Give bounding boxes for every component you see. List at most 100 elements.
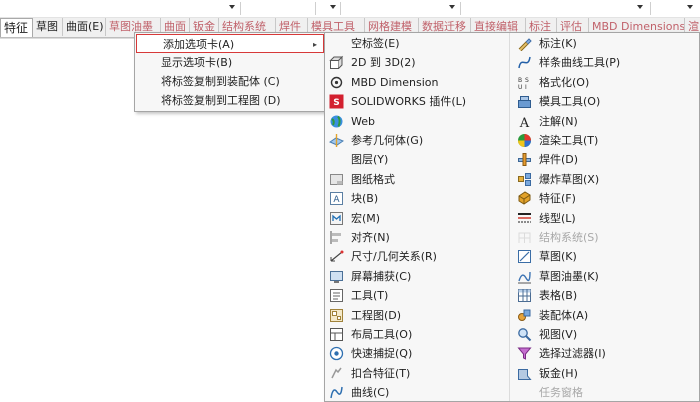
chevron-down-icon[interactable]: [229, 5, 235, 9]
submenu-item[interactable]: 宏(M): [325, 209, 509, 228]
format-icon: BSUI: [517, 75, 532, 90]
submenu-item[interactable]: 工程图(D): [325, 306, 509, 325]
chevron-down-icon[interactable]: [637, 5, 643, 9]
render-icon: [517, 133, 532, 148]
add-tab-submenu: 空标签(E) 2D 到 3D(2) MBD Dimension S SOLIDWORKS…: [324, 32, 700, 402]
sketch-ink-icon: [517, 269, 532, 284]
block-icon: A: [329, 191, 344, 206]
submenu-item[interactable]: 图纸格式: [325, 170, 509, 189]
submenu-item[interactable]: S SOLIDWORKS 插件(L): [325, 92, 509, 111]
drawing-icon: [329, 308, 344, 323]
submenu-item-label: 模具工具(O): [539, 95, 601, 109]
submenu-item[interactable]: Web: [325, 112, 509, 131]
macro-icon: [329, 211, 344, 226]
submenu-item[interactable]: A 注解(N): [513, 112, 697, 131]
chevron-down-icon[interactable]: [687, 5, 693, 9]
copy-tab-to-assembly-menu-item[interactable]: 将标签复制到装配体 (C): [135, 72, 325, 91]
submenu-item[interactable]: 曲线(C): [325, 383, 509, 402]
submenu-item-label: 尺寸/几何关系(R): [351, 250, 437, 264]
features-icon: [517, 191, 532, 206]
show-tab-menu-item[interactable]: 显示选项卡(B): [135, 53, 325, 72]
solidworks-addin-icon: S: [329, 94, 344, 109]
divider: [509, 33, 510, 401]
fastening-feature-icon: [329, 366, 344, 381]
submenu-item[interactable]: MBD Dimension: [325, 73, 509, 92]
submenu-item-label: 块(B): [351, 192, 379, 206]
selection-filter-icon: [517, 346, 532, 361]
chevron-down-icon[interactable]: [330, 5, 336, 9]
tab-surface-e[interactable]: 曲面(E): [63, 18, 106, 36]
submenu-item[interactable]: 尺寸/几何关系(R): [325, 247, 509, 266]
submenu-item[interactable]: 布局工具(O): [325, 325, 509, 344]
mold-tools-icon: [517, 94, 532, 109]
submenu-item[interactable]: 2D 到 3D(2): [325, 53, 509, 72]
submenu-item[interactable]: 钣金(H): [513, 364, 697, 383]
sketch-icon: [517, 249, 532, 264]
sheet-format-icon: [329, 172, 344, 187]
submenu-item[interactable]: 图层(Y): [325, 150, 509, 169]
submenu-item-label: 图纸格式: [351, 172, 395, 186]
submenu-item[interactable]: 空标签(E): [325, 34, 509, 53]
svg-text:A: A: [333, 195, 340, 205]
divider: [340, 2, 341, 15]
web-icon: [329, 114, 344, 129]
divider: [315, 2, 316, 15]
submenu-item[interactable]: 装配体(A): [513, 306, 697, 325]
submenu-item[interactable]: 快速捕捉(Q): [325, 344, 509, 363]
submenu-item[interactable]: 样条曲线工具(P): [513, 53, 697, 72]
quick-snap-icon: [329, 346, 344, 361]
structure-system-icon: [517, 230, 532, 245]
divider: [650, 2, 651, 15]
submenu-item[interactable]: 爆炸草图(X): [513, 170, 697, 189]
submenu-item[interactable]: 参考几何体(G): [325, 131, 509, 150]
2d-to-3d-icon: [329, 55, 344, 70]
submenu-item-label: 特征(F): [539, 192, 576, 206]
submenu-item[interactable]: A 块(B): [325, 189, 509, 208]
submenu-item[interactable]: 对齐(N): [325, 228, 509, 247]
menu-item-label: 将标签复制到装配体 (C): [161, 75, 280, 88]
weldment-icon: [517, 152, 532, 167]
add-tab-menu-item[interactable]: 添加选项卡(A) ▸: [136, 34, 324, 53]
submenu-item-label: MBD Dimension: [351, 75, 439, 89]
submenu-item: 结构系统(S): [513, 228, 697, 247]
layout-tools-icon: [329, 327, 344, 342]
submenu-item[interactable]: 焊件(D): [513, 150, 697, 169]
screen-capture-icon: [329, 269, 344, 284]
chevron-right-icon: ▸: [312, 40, 317, 49]
tools-icon: [329, 288, 344, 303]
submenu-item-label: 草图油墨(K): [539, 269, 599, 283]
submenu-item[interactable]: 扣合特征(T): [325, 364, 509, 383]
submenu-item[interactable]: 工具(T): [325, 286, 509, 305]
submenu-item-label: 选择过滤器(I): [539, 347, 606, 361]
svg-text:S: S: [525, 77, 529, 84]
tab-sketch[interactable]: 草图: [33, 18, 63, 36]
explode-sketch-icon: [517, 172, 532, 187]
note-icon: A: [517, 114, 532, 129]
submenu-item[interactable]: 视图(V): [513, 325, 697, 344]
copy-tab-to-drawing-menu-item[interactable]: 将标签复制到工程图 (D): [135, 91, 325, 110]
submenu-item[interactable]: 模具工具(O): [513, 92, 697, 111]
submenu-item[interactable]: 草图(K): [513, 247, 697, 266]
submenu-item-label: 渲染工具(T): [539, 134, 599, 147]
submenu-item[interactable]: 特征(F): [513, 189, 697, 208]
align-icon: [329, 230, 344, 245]
chevron-down-icon[interactable]: [449, 5, 455, 9]
submenu-item[interactable]: 线型(L): [513, 209, 697, 228]
submenu-item[interactable]: 渲染工具(T): [513, 131, 697, 150]
submenu-item-label: 结构系统(S): [539, 231, 599, 244]
sheet-metal-icon: [517, 366, 532, 381]
submenu-item-label: 格式化(O): [539, 75, 590, 89]
submenu-item[interactable]: 屏幕捕获(C): [325, 267, 509, 286]
svg-text:B: B: [518, 77, 522, 84]
menu-item-label: 显示选项卡(B): [161, 56, 233, 69]
submenu-item[interactable]: 标注(K): [513, 34, 697, 53]
svg-text:S: S: [333, 98, 339, 108]
submenu-item-label: 参考几何体(G): [351, 134, 424, 147]
submenu-item[interactable]: 草图油墨(K): [513, 267, 697, 286]
submenu-item[interactable]: 选择过滤器(I): [513, 344, 697, 363]
submenu-item-label: 样条曲线工具(P): [539, 56, 621, 70]
tab-features[interactable]: 特征: [0, 18, 33, 37]
submenu-item[interactable]: B S U I 格式化(O): [513, 73, 697, 92]
blank-icon: [329, 36, 344, 51]
submenu-item[interactable]: 表格(B): [513, 286, 697, 305]
